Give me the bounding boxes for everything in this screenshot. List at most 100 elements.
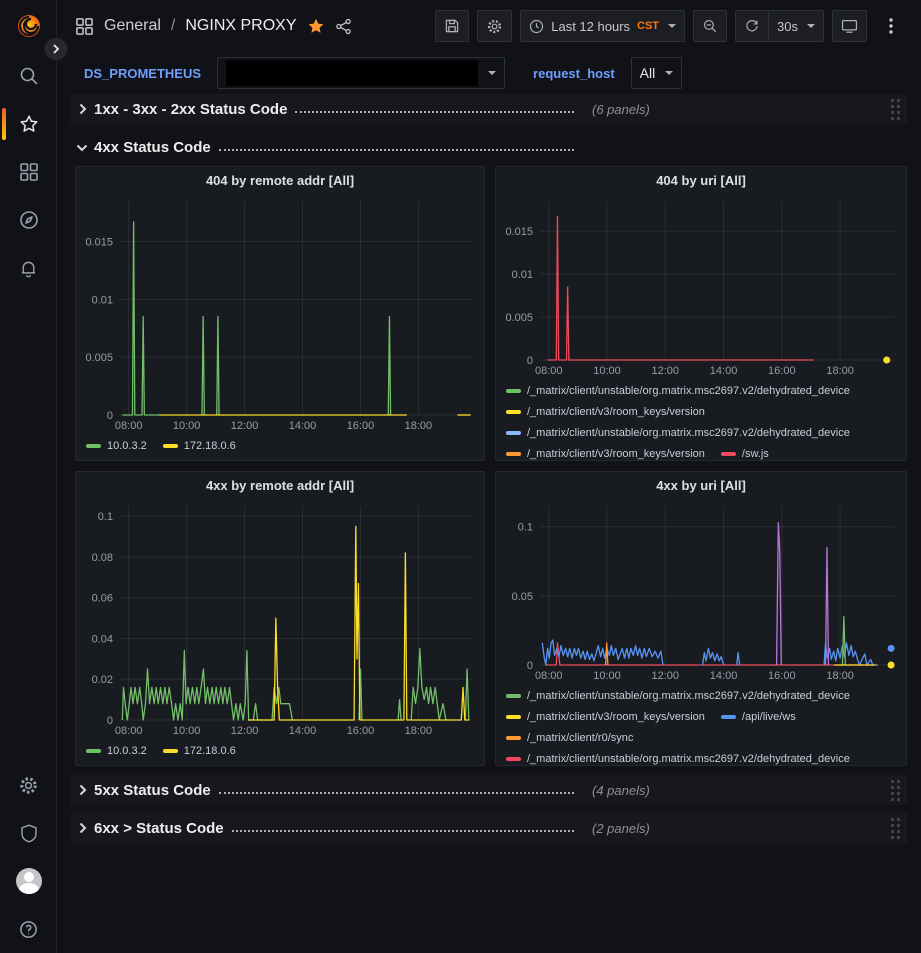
sidebar-item-starred[interactable] [0, 100, 57, 148]
time-range-picker[interactable]: Last 12 hours CST [520, 10, 685, 42]
legend-label: /_matrix/client/r0/sync [527, 732, 633, 744]
legend-swatch [506, 757, 521, 761]
dashboard-scroll-area[interactable]: 1xx - 3xx - 2xx Status Code (6 panels) 4… [57, 94, 921, 953]
panel-title[interactable]: 404 by uri [All] [496, 167, 906, 193]
legend-item[interactable]: /_matrix/client/r0/sync [506, 727, 633, 748]
dotted-leader [295, 101, 574, 113]
sidebar-item-help[interactable] [0, 905, 57, 953]
time-series-chart[interactable]: 08:0010:0012:0014:0016:0018:0000.050.1 [496, 498, 906, 683]
zoom-out-button[interactable] [693, 10, 727, 42]
sidebar-item-alerting[interactable] [0, 244, 57, 292]
expand-sidebar-button[interactable] [44, 37, 68, 61]
row-chevron-down-icon [76, 143, 88, 152]
legend-item[interactable]: /_matrix/client/unstable/org.matrix.msc2… [506, 422, 850, 443]
svg-text:08:00: 08:00 [115, 420, 143, 432]
explore-compass-icon [18, 209, 40, 231]
tv-mode-button[interactable] [832, 10, 867, 42]
sidebar-item-server-admin[interactable] [0, 809, 57, 857]
settings-gear-icon [18, 775, 39, 796]
drag-handle-icon[interactable] [890, 98, 901, 120]
panel-legend: /_matrix/client/unstable/org.matrix.msc2… [496, 683, 906, 765]
clock-icon [529, 19, 544, 34]
time-series-chart[interactable]: 08:0010:0012:0014:0016:0018:0000.0050.01… [496, 193, 906, 378]
row-title: 4xx Status Code [94, 139, 211, 156]
legend-item[interactable]: 10.0.3.2 [86, 435, 147, 456]
drag-handle-icon[interactable] [890, 779, 901, 801]
favorite-star-icon[interactable] [307, 17, 325, 35]
row-1xx-3xx-2xx[interactable]: 1xx - 3xx - 2xx Status Code (6 panels) [70, 94, 907, 124]
panel-404-by-uri: 404 by uri [All] 08:0010:0012:0014:0016:… [495, 166, 907, 461]
dotted-leader [219, 782, 574, 794]
legend-item[interactable]: /_matrix/client/unstable/org.matrix.msc2… [506, 685, 850, 706]
legend-swatch [721, 452, 736, 456]
panel-grid: 404 by remote addr [All] 08:0010:0012:00… [75, 166, 907, 766]
more-options-button[interactable] [875, 10, 907, 42]
svg-text:12:00: 12:00 [652, 670, 680, 682]
panel-title[interactable]: 4xx by uri [All] [496, 472, 906, 498]
svg-text:0.02: 0.02 [92, 674, 113, 686]
svg-text:12:00: 12:00 [652, 365, 680, 377]
dashboard-title[interactable]: NGINX PROXY [185, 17, 296, 35]
legend-item[interactable]: /_matrix/client/v3/room_keys/version [506, 706, 705, 727]
svg-text:0.015: 0.015 [505, 226, 533, 238]
legend-swatch [506, 736, 521, 740]
svg-text:0.06: 0.06 [92, 593, 113, 605]
dotted-leader [219, 139, 574, 151]
legend-item[interactable]: 10.0.3.2 [86, 740, 147, 761]
variable-dropdown-ds[interactable] [217, 57, 505, 89]
svg-text:16:00: 16:00 [347, 725, 375, 737]
save-dashboard-button[interactable] [435, 10, 469, 42]
row-chevron-right-icon [76, 822, 88, 834]
legend-item[interactable]: /_matrix/client/v3/room_keys/version [506, 443, 705, 460]
row-panel-count: (6 panels) [592, 102, 650, 117]
time-series-chart[interactable]: 08:0010:0012:0014:0016:0018:0000.020.040… [76, 498, 484, 738]
svg-text:10:00: 10:00 [173, 420, 201, 432]
caret-down-icon [488, 71, 496, 75]
sidebar-item-explore[interactable] [0, 196, 57, 244]
row-chevron-right-icon [76, 784, 88, 796]
sidebar-item-configuration[interactable] [0, 761, 57, 809]
variable-dropdown-request-host[interactable]: All [631, 57, 683, 89]
grafana-app: General / NGINX PROXY [0, 0, 921, 953]
dashboards-grid-icon [19, 162, 39, 182]
refresh-interval-picker[interactable]: 30s [768, 10, 824, 42]
sidebar-item-dashboards[interactable] [0, 148, 57, 196]
sidebar-item-search[interactable] [0, 52, 57, 100]
legend-label: 10.0.3.2 [107, 745, 147, 757]
time-series-chart[interactable]: 08:0010:0012:0014:0016:0018:0000.0050.01… [76, 193, 484, 433]
panel-legend: 10.0.3.2 172.18.0.6 [76, 433, 484, 456]
legend-swatch [506, 410, 521, 414]
sidebar-item-profile[interactable] [0, 857, 57, 905]
legend-item[interactable]: /_matrix/client/unstable/org.matrix.msc2… [506, 380, 850, 401]
legend-swatch [163, 444, 178, 448]
row-5xx[interactable]: 5xx Status Code (4 panels) [70, 775, 907, 805]
svg-text:0.08: 0.08 [92, 552, 113, 564]
share-icon[interactable] [335, 18, 352, 35]
drag-handle-icon[interactable] [890, 817, 901, 839]
breadcrumb: General / NGINX PROXY [75, 17, 352, 36]
panel-title[interactable]: 4xx by remote addr [All] [76, 472, 484, 498]
legend-item[interactable]: /_matrix/client/v3/room_keys/version [506, 401, 705, 422]
panel-title[interactable]: 404 by remote addr [All] [76, 167, 484, 193]
legend-item[interactable]: 172.18.0.6 [163, 740, 236, 761]
panel-404-by-remote-addr: 404 by remote addr [All] 08:0010:0012:00… [75, 166, 485, 461]
toolbar: Last 12 hours CST 30s [435, 10, 907, 42]
legend-item[interactable]: 172.18.0.6 [163, 435, 236, 456]
legend-item[interactable]: /_matrix/client/unstable/org.matrix.msc2… [506, 748, 850, 765]
row-4xx[interactable]: 4xx Status Code [70, 132, 907, 162]
breadcrumb-section[interactable]: General [104, 17, 161, 35]
refresh-interval-label: 30s [777, 19, 798, 34]
svg-text:18:00: 18:00 [826, 670, 854, 682]
legend-item[interactable]: /sw.js [721, 443, 769, 460]
refresh-button[interactable] [735, 10, 768, 42]
svg-text:0.005: 0.005 [85, 352, 113, 364]
legend-swatch [506, 694, 521, 698]
svg-text:08:00: 08:00 [535, 670, 563, 682]
dashboard-settings-button[interactable] [477, 10, 512, 42]
legend-item[interactable]: /api/live/ws [721, 706, 796, 727]
refresh-icon [744, 18, 760, 34]
legend-label: 10.0.3.2 [107, 440, 147, 452]
row-6xx[interactable]: 6xx > Status Code (2 panels) [70, 813, 907, 843]
legend-label: /_matrix/client/unstable/org.matrix.msc2… [527, 385, 850, 397]
svg-text:18:00: 18:00 [826, 365, 854, 377]
